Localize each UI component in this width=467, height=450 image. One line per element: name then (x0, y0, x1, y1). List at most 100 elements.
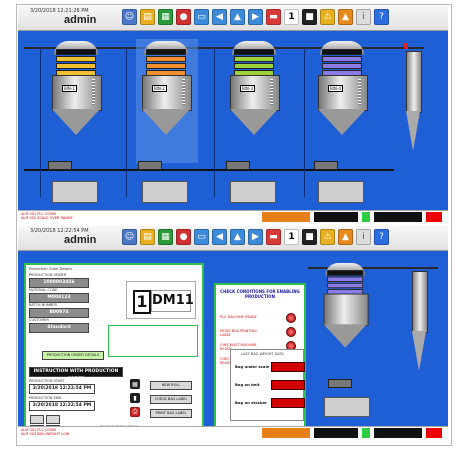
tank-3[interactable]: BIN-3 (226, 41, 282, 153)
bin-label: BIN-3 (240, 85, 255, 92)
production-order-form: Production Order Details PRODUCTION ORDE… (24, 263, 204, 440)
silo-cone (406, 111, 420, 151)
instruction-field[interactable]: INSTRUCTION WITH PRODUCTION ORDER (29, 367, 123, 382)
customer-field[interactable]: Standard (29, 323, 89, 333)
tank-label-stack (146, 49, 186, 77)
small-value-box[interactable] (46, 415, 60, 424)
silo-body[interactable] (406, 51, 422, 113)
condition-indicator (286, 327, 296, 337)
end-time-field[interactable]: 3/20/2018 12:22:54 PM (29, 401, 95, 411)
folder-icon[interactable]: ▤ (140, 229, 155, 245)
page-one-icon[interactable]: 1 (284, 9, 299, 25)
alert-icon[interactable]: ▬ (266, 9, 281, 25)
alarm-icon[interactable]: ● (176, 9, 191, 25)
alarm-icon[interactable]: ● (176, 229, 191, 245)
up-arrow-icon[interactable]: ▲ (230, 9, 245, 25)
alarm-list: ALM 001 PLC COMM ALM 003 BAG WEIGHT LOW (21, 428, 181, 436)
tank-2[interactable]: BIN-2 (138, 41, 194, 153)
page-one-icon[interactable]: 1 (284, 229, 299, 245)
help-icon[interactable]: ? (374, 9, 389, 25)
tank-4-panel[interactable] (318, 181, 364, 203)
bottom-process-view: Production Order Details PRODUCTION ORDE… (18, 251, 448, 440)
check-bag-label-button[interactable]: CHECK BAG LABEL (150, 395, 192, 404)
warning-icon[interactable]: ⚠ (320, 229, 335, 245)
status-block-green (362, 212, 370, 222)
tank-cone (52, 109, 100, 135)
bin-label: BIN-4 (328, 85, 343, 92)
bag-label: Bag under scale (235, 364, 270, 369)
bag-label: Bag on belt (235, 382, 260, 387)
small-value-box[interactable] (30, 415, 44, 424)
user-icon[interactable]: ☺ (122, 229, 137, 245)
user-icon[interactable]: ☺ (122, 9, 137, 25)
machine-selector: 1 DM11 (126, 281, 196, 319)
forward-arrow-icon[interactable]: ▶ (248, 9, 263, 25)
counter-display[interactable]: 1 (133, 290, 151, 314)
field-label: CUSTOMER (29, 318, 49, 322)
info-icon[interactable]: i (356, 229, 371, 245)
tank-2-panel[interactable] (142, 181, 188, 203)
chart-icon[interactable]: ▲ (338, 9, 353, 25)
info-icon[interactable]: i (356, 9, 371, 25)
qr-icon[interactable]: ▦ (130, 379, 140, 389)
motor[interactable] (48, 161, 72, 170)
silo-body[interactable] (412, 271, 428, 333)
barcode-icon[interactable]: ▮ (130, 393, 140, 403)
print-icon[interactable]: ⎙ (130, 407, 140, 417)
status-block-red (426, 212, 442, 222)
feed-line-c (214, 47, 215, 197)
bottom-hmi-screen: 3/20/2018 12:22:54 PM admin ☺ ▤ ▦ ● ▭ ◀ … (18, 226, 448, 440)
motor[interactable] (138, 161, 162, 170)
field-label: BATCH NUMBER (29, 303, 57, 307)
status-block-black (314, 428, 358, 438)
document-icon[interactable]: ▦ (158, 229, 173, 245)
screen-icon[interactable]: ▭ (194, 229, 209, 245)
feed-line-d (304, 47, 305, 197)
batch-number-field[interactable]: B00974 (29, 308, 89, 318)
document-icon[interactable]: ▦ (158, 9, 173, 25)
process-panel[interactable] (324, 397, 370, 417)
production-order-field[interactable]: 1000003456 (29, 278, 89, 288)
new-roll-button[interactable]: NEW ROLL (150, 381, 192, 390)
level-scale (92, 79, 95, 105)
display-icon[interactable]: ■ (302, 229, 317, 245)
tank-cone (230, 109, 278, 135)
up-arrow-icon[interactable]: ▲ (230, 229, 245, 245)
top-toolbar-icons: ☺ ▤ ▦ ● ▭ ◀ ▲ ▶ ▬ 1 ■ ⚠ ▲ i ? (122, 9, 389, 25)
bin-label: BIN-2 (152, 85, 167, 92)
conditions-title: CHECK CONDITIONS FOR ENABLING PRODUCTION (220, 289, 300, 299)
tank-4[interactable]: BIN-4 (314, 41, 370, 153)
motor[interactable] (328, 379, 352, 388)
feed-line-a (40, 47, 41, 197)
level-scale (358, 79, 361, 105)
form-title: Production Order Details (29, 267, 72, 271)
bottom-toolbar-icons: ☺ ▤ ▦ ● ▭ ◀ ▲ ▶ ▬ 1 ■ ⚠ ▲ i ? (122, 229, 389, 245)
material-code-field[interactable]: M000123 (29, 293, 89, 303)
motor[interactable] (314, 161, 338, 170)
chart-icon[interactable]: ▲ (338, 229, 353, 245)
back-arrow-icon[interactable]: ◀ (212, 229, 227, 245)
display-icon[interactable]: ■ (302, 9, 317, 25)
back-arrow-icon[interactable]: ◀ (212, 9, 227, 25)
bag-on-belt-value (271, 380, 305, 390)
end-time-label: PRODUCTION END (29, 396, 62, 400)
forward-arrow-icon[interactable]: ▶ (248, 229, 263, 245)
tank-1-panel[interactable] (52, 181, 98, 203)
motor[interactable] (226, 161, 250, 170)
folder-icon[interactable]: ▤ (140, 9, 155, 25)
screen-icon[interactable]: ▭ (194, 9, 209, 25)
print-bag-label-button[interactable]: PRINT BAG LABEL (150, 409, 192, 418)
process-tank[interactable] (320, 263, 370, 364)
warning-icon[interactable]: ⚠ (320, 9, 335, 25)
help-icon[interactable]: ? (374, 229, 389, 245)
tank-1[interactable]: BIN-1 (48, 41, 104, 153)
alert-icon[interactable]: ▬ (266, 229, 281, 245)
bottom-conveyor-line (24, 169, 394, 171)
production-order-details-button[interactable]: PRODUCTION ORDER DETAILS (42, 351, 104, 360)
alarm-line: ALM 002 SCALE OVER RANGE (21, 216, 73, 220)
machine-display[interactable]: DM11 (151, 290, 194, 312)
tank-3-panel[interactable] (230, 181, 276, 203)
status-block-black (374, 428, 422, 438)
status-block-red (426, 428, 442, 438)
start-time-field[interactable]: 3/20/2018 12:22:54 PM (29, 384, 95, 394)
